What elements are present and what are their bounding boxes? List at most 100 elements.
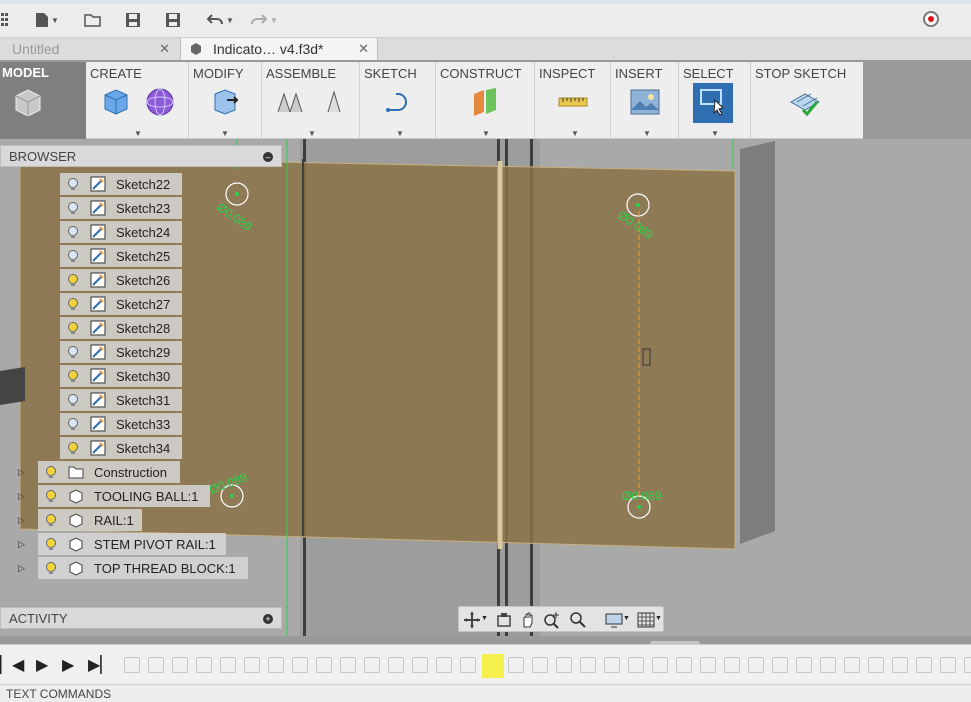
- grid-icon[interactable]: [637, 611, 655, 629]
- timeline-feature-icon[interactable]: [748, 657, 764, 673]
- browser-sketch-item[interactable]: Sketch29: [60, 341, 182, 363]
- workspace-switch-button[interactable]: MODEL: [0, 62, 86, 139]
- as-built-joint-icon[interactable]: [318, 86, 350, 118]
- timeline-feature-icon[interactable]: [652, 657, 668, 673]
- timeline-feature-icon[interactable]: [148, 657, 164, 673]
- timeline-feature-icon[interactable]: [460, 657, 476, 673]
- dropdown-icon[interactable]: ▼: [571, 129, 579, 138]
- expand-arrow-icon[interactable]: ▷: [18, 539, 26, 549]
- browser-sketch-item[interactable]: Sketch27: [60, 293, 182, 315]
- skip-end-icon[interactable]: ▶▏: [88, 655, 113, 675]
- timeline-feature-icon[interactable]: [172, 657, 188, 673]
- browser-component-item[interactable]: RAIL:1: [38, 509, 142, 531]
- timeline-feature-icon[interactable]: [772, 657, 788, 673]
- record-icon[interactable]: [923, 11, 939, 27]
- open-button[interactable]: [82, 10, 104, 30]
- browser-sketch-item[interactable]: Sketch23: [60, 197, 182, 219]
- tab-untitled[interactable]: Untitled ✕: [0, 38, 178, 60]
- dropdown-icon[interactable]: ▼: [308, 129, 316, 138]
- timeline-feature-icon[interactable]: [412, 657, 428, 673]
- timeline-feature-icon[interactable]: [820, 657, 836, 673]
- browser-sketch-item[interactable]: Sketch25: [60, 245, 182, 267]
- browser-sketch-item[interactable]: Sketch24: [60, 221, 182, 243]
- browser-sketch-item[interactable]: Sketch26: [60, 269, 182, 291]
- timeline-feature-icon[interactable]: [916, 657, 932, 673]
- timeline-feature-icon[interactable]: [556, 657, 572, 673]
- timeline-feature-icon[interactable]: [964, 657, 971, 673]
- look-at-icon[interactable]: [495, 611, 513, 629]
- pan-hand-icon[interactable]: [519, 611, 537, 629]
- visibility-bulb-icon[interactable]: [66, 249, 80, 263]
- timeline-feature-icon[interactable]: [676, 657, 692, 673]
- timeline-feature-icon[interactable]: [196, 657, 212, 673]
- dropdown-icon[interactable]: ▼: [481, 615, 488, 622]
- browser-component-item[interactable]: TOOLING BALL:1: [38, 485, 210, 507]
- visibility-bulb-icon[interactable]: [66, 321, 80, 335]
- close-icon[interactable]: ✕: [159, 41, 170, 57]
- insert-image-icon[interactable]: [629, 86, 661, 118]
- visibility-bulb-icon[interactable]: [66, 273, 80, 287]
- visibility-bulb-icon[interactable]: [44, 561, 58, 575]
- browser-component-item[interactable]: TOP THREAD BLOCK:1: [38, 557, 248, 579]
- save-button[interactable]: [122, 10, 144, 30]
- timeline-feature-icon[interactable]: [364, 657, 380, 673]
- timeline-feature-icon[interactable]: [868, 657, 884, 673]
- spline-icon[interactable]: [382, 86, 414, 118]
- orbit-icon[interactable]: [463, 611, 481, 629]
- expand-arrow-icon[interactable]: ▷: [18, 515, 26, 525]
- fit-icon[interactable]: [569, 611, 587, 629]
- browser-component-item[interactable]: Construction: [38, 461, 180, 483]
- activity-header[interactable]: ACTIVITY +: [0, 607, 282, 629]
- timeline-feature-icon[interactable]: [892, 657, 908, 673]
- grid-menu-icon[interactable]: [0, 10, 10, 30]
- file-menu-button[interactable]: ▼: [32, 10, 62, 30]
- close-icon[interactable]: ✕: [358, 41, 369, 57]
- construct-plane-icon[interactable]: [470, 86, 502, 118]
- dropdown-icon[interactable]: ▼: [482, 129, 490, 138]
- timeline-feature-icon[interactable]: [436, 657, 452, 673]
- visibility-bulb-icon[interactable]: [66, 177, 80, 191]
- expand-arrow-icon[interactable]: ▷: [18, 467, 26, 477]
- zoom-icon[interactable]: [543, 611, 561, 629]
- timeline-feature-icon[interactable]: [124, 657, 140, 673]
- timeline-feature-icon[interactable]: [292, 657, 308, 673]
- timeline-marker[interactable]: [482, 654, 504, 678]
- visibility-bulb-icon[interactable]: [66, 417, 80, 431]
- play-icon[interactable]: ▶: [62, 655, 74, 675]
- dropdown-icon[interactable]: ▼: [655, 615, 662, 622]
- press-pull-icon[interactable]: [209, 86, 241, 118]
- select-cursor-icon[interactable]: [697, 86, 729, 118]
- expand-arrow-icon[interactable]: ▷: [18, 563, 26, 573]
- joint-icon[interactable]: [274, 86, 306, 118]
- collapse-icon[interactable]: –: [263, 152, 273, 162]
- visibility-bulb-icon[interactable]: [44, 537, 58, 551]
- visibility-bulb-icon[interactable]: [66, 225, 80, 239]
- browser-sketch-item[interactable]: Sketch30: [60, 365, 182, 387]
- timeline-feature-icon[interactable]: [532, 657, 548, 673]
- browser-sketch-item[interactable]: Sketch31: [60, 389, 182, 411]
- timeline-feature-icon[interactable]: [604, 657, 620, 673]
- dropdown-icon[interactable]: ▼: [643, 129, 651, 138]
- visibility-bulb-icon[interactable]: [66, 393, 80, 407]
- timeline-feature-icon[interactable]: [700, 657, 716, 673]
- timeline-feature-icon[interactable]: [244, 657, 260, 673]
- timeline-feature-icon[interactable]: [628, 657, 644, 673]
- step-back-icon[interactable]: ◀: [12, 655, 24, 675]
- visibility-bulb-icon[interactable]: [66, 369, 80, 383]
- sphere-icon[interactable]: [144, 86, 176, 118]
- timeline-feature-icon[interactable]: [724, 657, 740, 673]
- timeline-feature-icon[interactable]: [580, 657, 596, 673]
- browser-sketch-item[interactable]: Sketch34: [60, 437, 182, 459]
- expand-icon[interactable]: +: [263, 614, 273, 624]
- timeline-feature-icon[interactable]: [220, 657, 236, 673]
- visibility-bulb-icon[interactable]: [44, 465, 58, 479]
- save-as-button[interactable]: [162, 10, 184, 30]
- timeline-feature-icon[interactable]: [844, 657, 860, 673]
- skip-start-icon[interactable]: ▏: [0, 655, 12, 675]
- display-settings-icon[interactable]: [605, 611, 623, 629]
- timeline-feature-icon[interactable]: [796, 657, 812, 673]
- undo-button[interactable]: ▼: [202, 10, 238, 30]
- browser-sketch-item[interactable]: Sketch33: [60, 413, 182, 435]
- expand-arrow-icon[interactable]: ▷: [18, 491, 26, 501]
- visibility-bulb-icon[interactable]: [66, 345, 80, 359]
